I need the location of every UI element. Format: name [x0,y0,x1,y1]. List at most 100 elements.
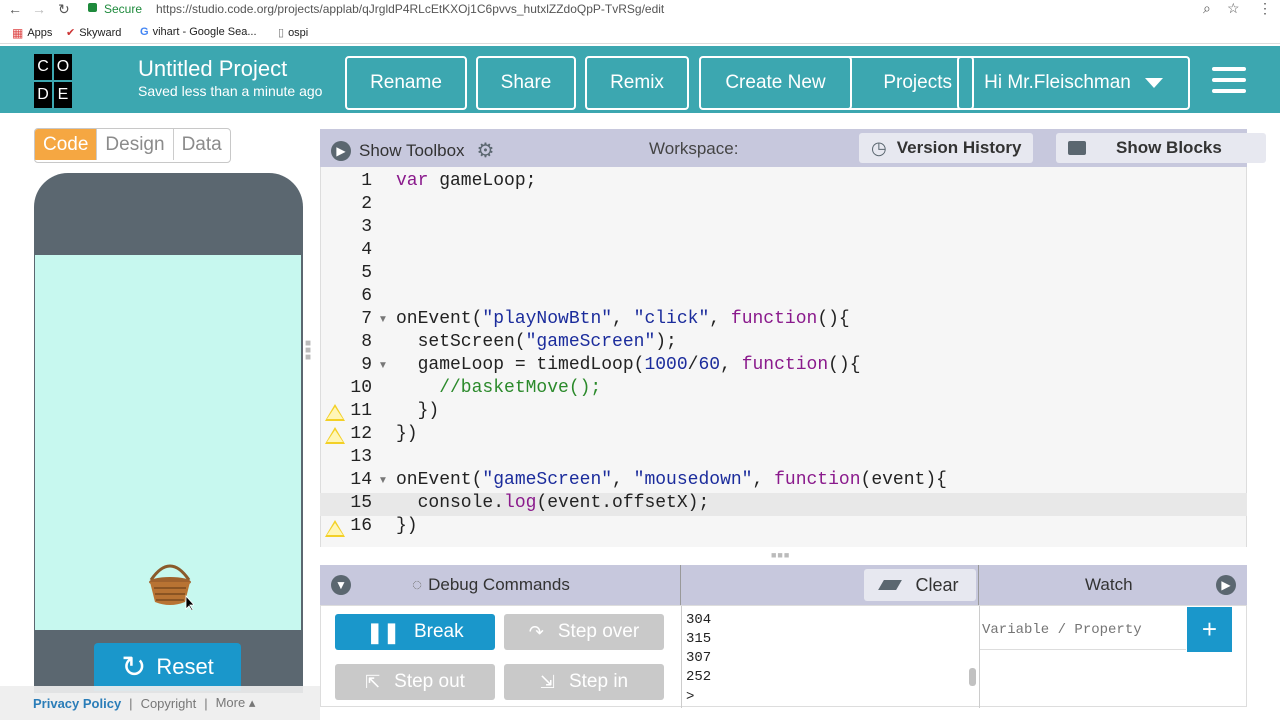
code-line: onEvent("gameScreen", "mousedown", funct… [396,470,947,490]
reset-button[interactable]: ↻ Reset [94,643,241,691]
forward-icon[interactable]: → [32,1,46,17]
browser-address-bar: ← → ↻ Secure https://studio.code.org/pro… [0,0,1280,20]
show-toolbox-label: Show Toolbox [359,140,465,160]
refresh-icon: ↻ [121,650,147,684]
eraser-icon [878,580,903,590]
step-in-button[interactable]: ⇲ Step in [504,664,664,700]
step-in-icon: ⇲ [539,671,555,692]
chevron-right-icon[interactable]: ▶ [1216,575,1236,595]
line-number: 6 [361,286,372,306]
logo-letter: D [34,82,52,108]
back-icon[interactable]: ← [8,1,22,17]
gear-icon[interactable]: ⚙ [477,138,495,163]
resize-grip[interactable]: ■ ■ ■ [305,339,315,364]
tab-code[interactable]: Code [35,129,98,160]
bookmark-label: ospi [288,26,309,39]
step-out-label: Step out [394,671,465,692]
version-history-button[interactable]: ◷ Version History [859,133,1034,163]
create-new-button[interactable]: Create New [699,56,852,110]
pause-icon: ❚❚ [366,621,400,644]
show-toolbox-button[interactable]: ▶ Show Toolbox ⚙ [331,138,494,163]
warning-icon[interactable] [325,404,345,421]
collapse-debug-icon[interactable]: ▼ [331,575,351,595]
url-text[interactable]: https://studio.code.org/projects/applab/… [156,2,664,16]
bookmark-label: Apps [27,27,53,39]
divider [978,565,979,605]
step-over-button[interactable]: ↷ Step over [504,614,664,650]
clock-icon: ◷ [871,137,887,158]
zoom-icon[interactable]: ⌕ [1203,0,1211,17]
workspace-toolbar: ▶ Show Toolbox ⚙ Workspace: ◷ Version Hi… [320,129,1266,167]
watch-variable-input[interactable] [980,610,1186,650]
menu-dots-icon[interactable]: ⋮ [1258,0,1272,17]
logo-letter: E [54,82,72,108]
line-number: 14 [350,470,372,490]
clear-label: Clear [915,574,959,595]
copyright-link[interactable]: Copyright [141,696,197,711]
add-watch-button[interactable]: + [1187,607,1232,652]
fold-arrow-icon[interactable]: ▼ [378,475,388,486]
watch-title: Watch [1085,575,1133,594]
more-link[interactable]: More ▴ [216,695,256,711]
logo-gap [74,82,92,108]
rename-button[interactable]: Rename [345,56,467,110]
tab-data[interactable]: Data [174,129,230,160]
line-number: 15 [350,493,372,513]
bookmark-skyward[interactable]: ✔ Skyward [66,26,121,40]
line-number: 8 [361,332,372,352]
line-number: 7 [361,309,372,329]
code-line: }) [396,401,440,421]
footer: Privacy Policy | Copyright | More ▴ [0,686,320,720]
break-label: Break [413,621,464,642]
hamburger-menu-icon[interactable] [1212,67,1246,93]
step-out-button[interactable]: ⇱ Step out [335,664,495,700]
bookmark-google[interactable]: G vihart - Google Sea... [140,26,257,38]
clear-button[interactable]: Clear [864,569,976,601]
secure-label: Secure [104,2,143,16]
fold-arrow-icon[interactable]: ▼ [378,360,388,371]
panel-resize-handle[interactable]: ■■■ [771,550,790,560]
console-prompt[interactable]: > [686,689,694,705]
debug-commands-title: ◌ Debug Commands [412,575,570,595]
share-button[interactable]: Share [476,56,576,110]
code-org-logo[interactable]: C O D E [34,54,92,108]
warning-icon[interactable] [325,427,345,444]
step-over-label: Step over [557,621,640,642]
debug-commands-label: Debug Commands [428,575,570,594]
workspace-label: Workspace: [649,139,739,158]
tab-design[interactable]: Design [97,129,174,160]
console-scrollbar[interactable] [969,668,976,686]
line-number: 13 [350,447,372,467]
basket-image [149,564,194,610]
step-in-label: Step in [568,671,629,692]
privacy-policy-link[interactable]: Privacy Policy [33,696,121,711]
code-line: //basketMove(); [396,378,602,398]
footer-separator: | [204,695,208,711]
user-menu-button[interactable]: Hi Mr.Fleischman [957,56,1190,110]
show-blocks-button[interactable]: Show Blocks [1056,133,1266,163]
code-line: console.log(event.offsetX); [396,493,710,513]
warning-icon[interactable] [325,520,345,537]
break-button[interactable]: ❚❚ Break [335,614,495,650]
code-line: }) [396,424,418,444]
console-output-line: 304 [686,612,712,628]
apps-grid-icon: ▦ [12,26,24,40]
saved-status: Saved less than a minute ago [138,83,323,99]
reload-icon[interactable]: ↻ [58,1,70,18]
blocks-icon [1068,141,1086,155]
code-line: setScreen("gameScreen"); [396,332,677,352]
google-icon: G [140,26,149,38]
bookmark-ospi[interactable]: ▯ ospi [278,26,309,40]
chevron-right-icon: ▶ [331,140,351,161]
bookmark-apps[interactable]: ▦ Apps [12,26,52,40]
line-number: 1 [361,171,372,191]
logo-letter: C [34,54,52,80]
star-icon[interactable]: ☆ [1227,0,1240,17]
user-name: Hi Mr.Fleischman [984,72,1131,93]
footer-separator: | [129,695,133,711]
code-line: var gameLoop; [396,171,537,191]
reset-label: Reset [156,654,214,679]
remix-button[interactable]: Remix [585,56,689,110]
project-title[interactable]: Untitled Project [138,56,287,82]
fold-arrow-icon[interactable]: ▼ [378,314,388,325]
